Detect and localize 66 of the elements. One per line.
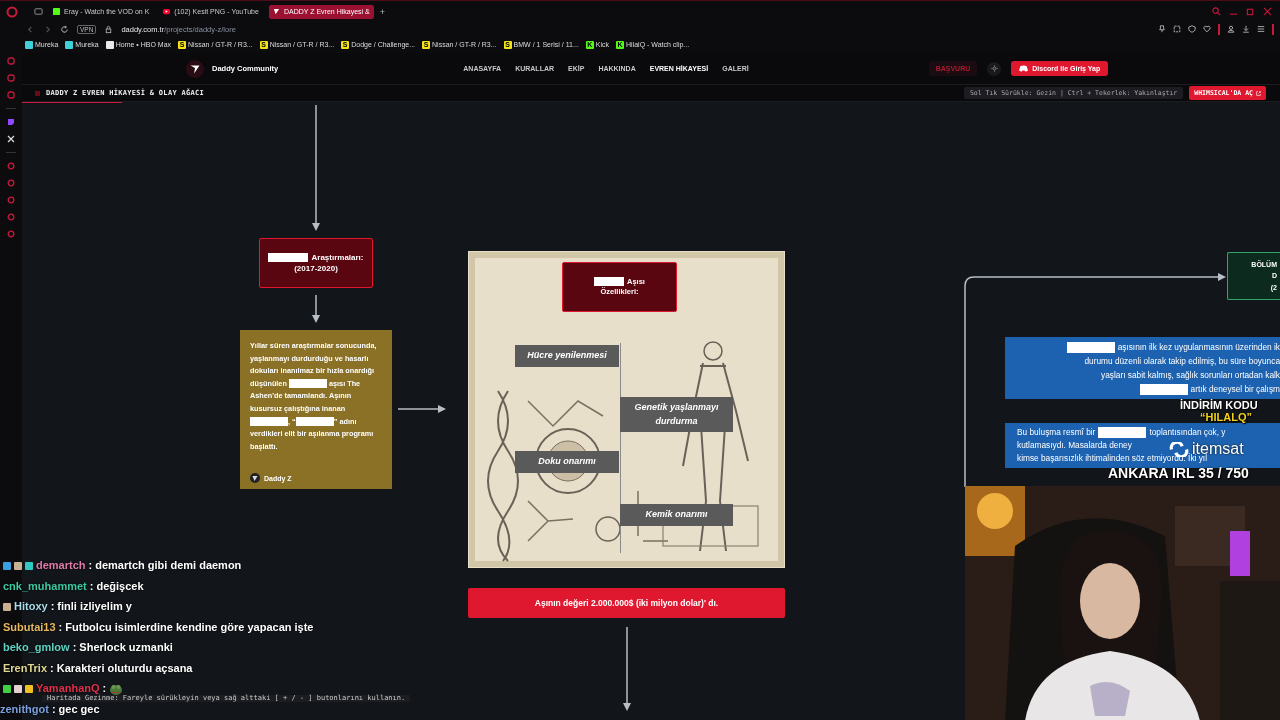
chat-username: demartch bbox=[36, 559, 86, 572]
close-icon[interactable] bbox=[1263, 7, 1272, 16]
new-tab-button[interactable]: + bbox=[379, 6, 385, 17]
chat-separator: : bbox=[102, 682, 107, 694]
twitch-icon[interactable] bbox=[7, 118, 15, 126]
menu-icon[interactable] bbox=[1257, 25, 1265, 33]
chat-message: : demartch gibi demi daemon bbox=[88, 559, 242, 572]
promo-title: İNDİRİM KODU bbox=[1180, 400, 1258, 411]
chat-username: Hitoxy bbox=[14, 600, 48, 613]
avatar-icon bbox=[250, 473, 260, 483]
app-icon[interactable] bbox=[7, 74, 15, 82]
pin-icon[interactable] bbox=[1158, 25, 1166, 33]
timeline-node[interactable]: Araştırmaları: (2017-2020) bbox=[259, 238, 373, 288]
back-icon[interactable] bbox=[26, 24, 35, 34]
browser-logo-icon[interactable] bbox=[6, 5, 18, 18]
feature-label: Kemik onarımı bbox=[620, 504, 733, 526]
download-icon[interactable] bbox=[1242, 25, 1250, 33]
feature-label: Genetik yaşlanmayı durdurma bbox=[620, 397, 733, 432]
app-icon[interactable] bbox=[7, 196, 15, 204]
sun-icon bbox=[990, 65, 998, 72]
chat-username: ErenTrix bbox=[3, 661, 48, 675]
bullet-icon bbox=[35, 90, 40, 96]
controller-icon bbox=[1019, 65, 1029, 72]
heart-icon[interactable] bbox=[1203, 25, 1211, 33]
app-icon[interactable] bbox=[7, 179, 15, 187]
chat-message: : Sherlock uzmanki bbox=[72, 641, 173, 654]
chat-message: : gec gec bbox=[51, 702, 100, 716]
chat-username: Subutai13 bbox=[3, 620, 56, 634]
forward-icon[interactable] bbox=[43, 24, 52, 34]
arrow bbox=[311, 295, 321, 323]
chat-username: beko_gmlow bbox=[3, 641, 70, 654]
favicon bbox=[53, 8, 60, 15]
search-icon[interactable] bbox=[1212, 7, 1221, 16]
feature-label: Hücre yenilenmesi bbox=[515, 345, 619, 367]
story-card[interactable] bbox=[240, 330, 392, 489]
external-link-icon bbox=[1256, 90, 1261, 96]
profile-icon[interactable] bbox=[1227, 25, 1235, 33]
chat-message: : Futbolcu isimlerdine kendine göre yapacan işte bbox=[58, 620, 314, 634]
node-title: Araştırmaları: (2017-2020) bbox=[268, 251, 364, 275]
theme-toggle[interactable] bbox=[987, 61, 1002, 76]
app-icon[interactable] bbox=[7, 230, 15, 238]
favicon bbox=[163, 8, 171, 15]
app-icon[interactable] bbox=[7, 91, 15, 99]
app-icon[interactable] bbox=[7, 213, 15, 221]
x-icon[interactable] bbox=[7, 135, 15, 143]
chat-username: cnk_muhammet bbox=[3, 579, 87, 593]
chat-username: YamanhanQ bbox=[36, 682, 100, 694]
shield-icon[interactable] bbox=[1188, 25, 1196, 33]
value-banner[interactable]: Aşının değeri 2.000.000$ (iki milyon dolar)' dı. bbox=[468, 588, 785, 618]
snapshot-icon[interactable] bbox=[1173, 25, 1181, 33]
maximize-icon[interactable] bbox=[1246, 7, 1255, 16]
lock-icon bbox=[104, 24, 114, 34]
chat-username: zenithgot bbox=[0, 702, 49, 716]
feature-label: Doku onarımı bbox=[515, 451, 619, 473]
chat-message: : değişcek bbox=[89, 579, 144, 593]
favicon bbox=[272, 8, 280, 15]
reload-icon[interactable] bbox=[60, 24, 69, 34]
app-icon[interactable] bbox=[7, 162, 15, 170]
chat-message: : Karakteri oluturdu açsana bbox=[50, 661, 193, 675]
promo-code: “HILALQ” bbox=[1200, 412, 1252, 423]
brand-logo-icon[interactable] bbox=[186, 59, 204, 78]
workspace-icon[interactable] bbox=[34, 7, 43, 16]
arrow bbox=[398, 404, 446, 414]
stream-counter: ANKARA IRL 35 / 750 bbox=[1108, 466, 1249, 480]
app-icon[interactable] bbox=[7, 57, 15, 65]
chat-message: : finli izliyelim y bbox=[50, 600, 132, 613]
